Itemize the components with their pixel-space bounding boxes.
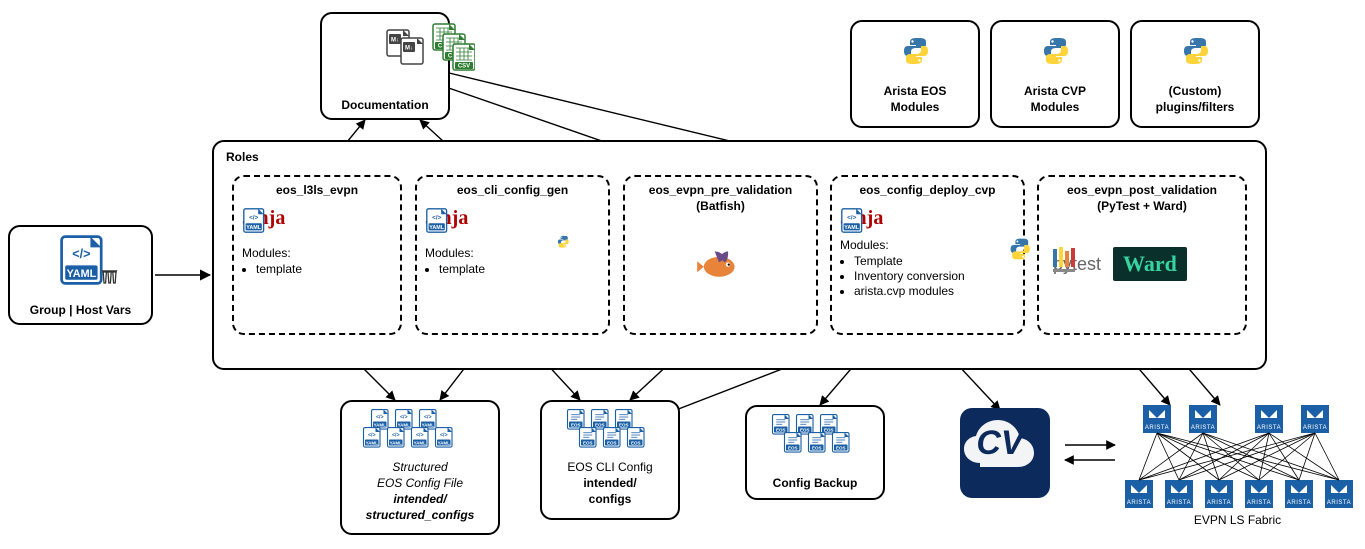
plugin-arista-cvp: Arista CVP Modules	[990, 20, 1120, 128]
role-post-title-l2: (PyTest + Ward)	[1049, 199, 1235, 213]
plugin-custom: (Custom) plugins/filters	[1130, 20, 1260, 128]
role-eos-evpn-pre-validation: eos_evpn_pre_validation (Batfish)	[623, 175, 818, 335]
evpn-fabric: ARISTA ARISTA ARISTA ARISTA ARISTA ARIST…	[1125, 405, 1350, 530]
ansible-gate-icon	[100, 267, 122, 289]
plugin-eos-l2: Modules	[852, 100, 978, 114]
role-l3ls-title: eos_l3ls_evpn	[244, 183, 390, 197]
batfish-icon	[695, 247, 755, 287]
plugin-cvp-l2: Modules	[992, 100, 1118, 114]
group-host-vars-box: Group | Host Vars	[8, 225, 153, 325]
plugin-custom-l1: (Custom)	[1132, 84, 1258, 98]
module-item: Template	[854, 254, 1015, 269]
role-pre-title-l1: eos_evpn_pre_validation	[635, 183, 806, 197]
cli-l2: intended/	[542, 476, 678, 490]
yaml-files-icon	[362, 408, 482, 458]
python-icon	[902, 36, 930, 64]
documentation-box: Documentation	[320, 12, 450, 120]
modules-label: Modules:	[840, 238, 1015, 252]
structured-l3: intended/	[342, 492, 498, 506]
ward-label: Ward	[1123, 251, 1177, 277]
yaml-icon	[480, 210, 508, 232]
cli-configs-box: EOS CLI Config intended/ configs	[540, 400, 680, 520]
module-item: Inventory conversion	[854, 269, 1015, 284]
plugin-arista-eos: Arista EOS Modules	[850, 20, 980, 128]
structured-configs-box: Structured EOS Config File intended/ str…	[340, 400, 500, 535]
role-eos-evpn-post-validation: eos_evpn_post_validation (PyTest + Ward)…	[1037, 175, 1247, 335]
plugin-eos-l1: Arista EOS	[852, 84, 978, 98]
modules-label: Modules:	[425, 246, 600, 260]
module-item: arista.cvp modules	[854, 284, 1015, 299]
yaml-icon	[895, 210, 923, 232]
cli-l3: configs	[542, 492, 678, 506]
module-item: template	[256, 262, 392, 277]
python-icon	[1042, 36, 1070, 64]
config-backup-box: Config Backup	[745, 405, 885, 500]
module-item: template	[439, 262, 600, 277]
role-eos-config-deploy-cvp: eos_config_deploy_cvp Jinja Modules: Tem…	[830, 175, 1025, 335]
structured-l2: EOS Config File	[342, 476, 498, 490]
cloudvision-icon	[960, 408, 1050, 498]
python-icon	[1182, 36, 1210, 64]
role-post-title-l1: eos_evpn_post_validation	[1049, 183, 1235, 197]
role-eos-cli-config-gen: eos_cli_config_gen Jinja Modules: templa…	[415, 175, 610, 335]
role-eos-l3ls-evpn: eos_l3ls_evpn Jinja Modules: template	[232, 175, 402, 335]
ward-icon: Ward	[1113, 247, 1187, 281]
documentation-label: Documentation	[322, 98, 448, 112]
plugin-custom-l2: plugins/filters	[1132, 100, 1258, 114]
role-deploy-title: eos_config_deploy_cvp	[842, 183, 1013, 197]
eos-files-icon	[765, 413, 875, 463]
yaml-icon	[299, 210, 327, 232]
group-host-vars-label: Group | Host Vars	[10, 303, 151, 317]
eos-files-icon	[560, 408, 670, 458]
pytest-icon: pytest	[1053, 254, 1101, 275]
backup-l1: Config Backup	[747, 476, 883, 490]
roles-title: Roles	[226, 150, 259, 164]
modules-label: Modules:	[242, 246, 392, 260]
structured-l1: Structured	[342, 460, 498, 474]
role-cli-title: eos_cli_config_gen	[427, 183, 598, 197]
role-pre-title-l2: (Batfish)	[635, 199, 806, 213]
plugin-cvp-l1: Arista CVP	[992, 84, 1118, 98]
fabric-links	[1125, 405, 1350, 515]
structured-l4: structured_configs	[342, 508, 498, 522]
fabric-label: EVPN LS Fabric	[1125, 513, 1350, 527]
cli-l1: EOS CLI Config	[542, 460, 678, 474]
